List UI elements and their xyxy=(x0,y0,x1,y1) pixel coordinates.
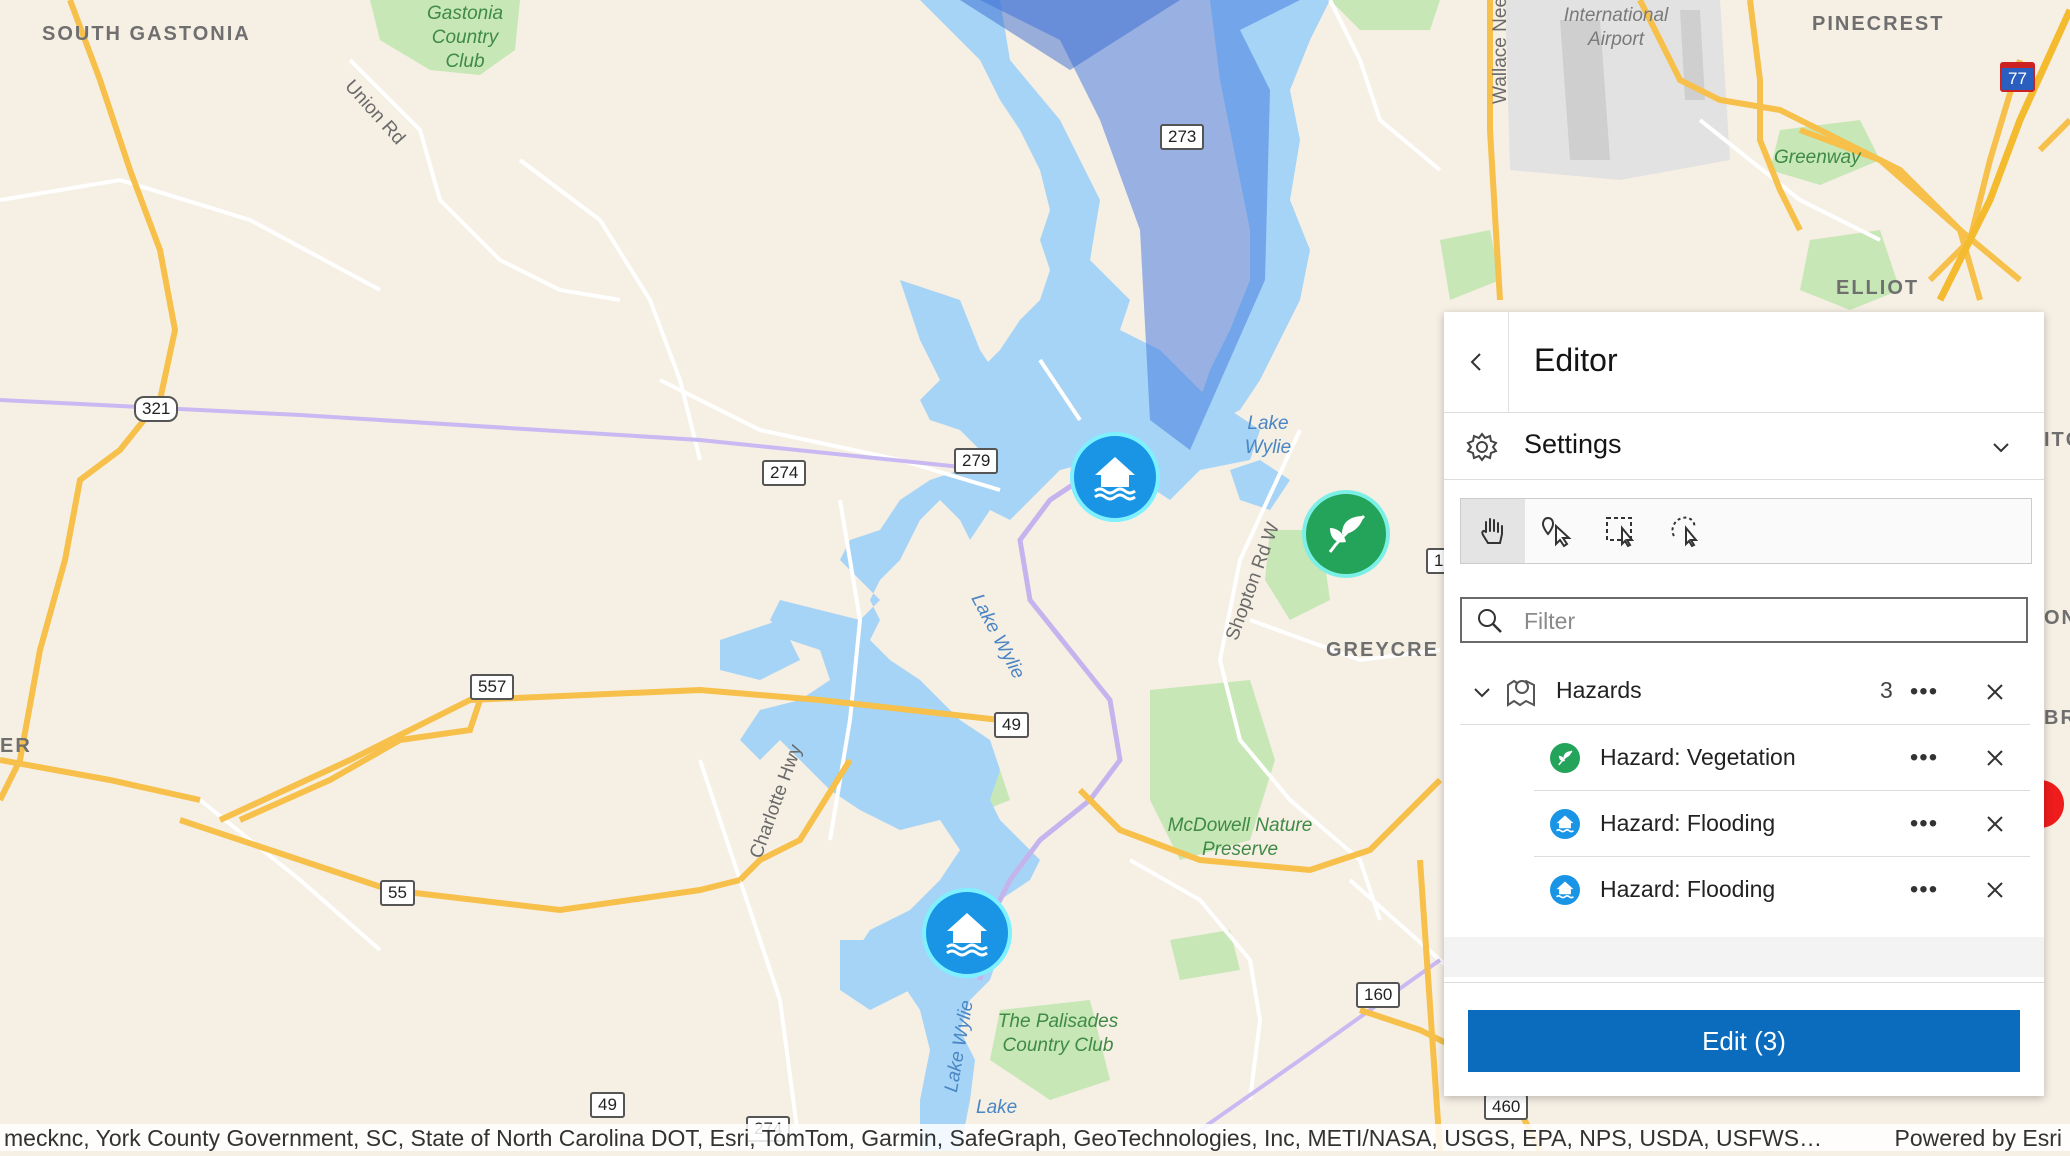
pan-tool-button[interactable] xyxy=(1461,499,1525,563)
route-shield: 274 xyxy=(762,460,807,486)
chevron-down-icon[interactable] xyxy=(1470,680,1494,704)
leaf-icon xyxy=(1550,743,1580,773)
rectangle-select-icon xyxy=(1606,517,1635,548)
flood-house-icon xyxy=(946,913,988,957)
close-icon[interactable] xyxy=(1980,677,2010,707)
feature-row-flooding[interactable]: Hazard: Flooding ••• xyxy=(1534,857,2030,922)
route-shield: 460 xyxy=(1484,1094,1529,1120)
place-label: GREYCRE xyxy=(1326,639,1439,661)
lasso-select-icon xyxy=(1671,516,1699,548)
hand-icon xyxy=(1481,518,1503,544)
feature-row-flooding[interactable]: Hazard: Flooding ••• xyxy=(1534,791,2030,857)
close-icon[interactable] xyxy=(1980,743,2010,773)
editor-panel: Editor Settings Filter Hazards 3 ••• Haz… xyxy=(1444,312,2044,1096)
layer-icon xyxy=(1507,679,1535,707)
place-label: ITC xyxy=(2044,429,2070,451)
route-shield: 279 xyxy=(954,448,999,474)
filter-input[interactable] xyxy=(1522,603,2016,639)
route-shield: 557 xyxy=(470,674,515,700)
lasso-select-button[interactable] xyxy=(1653,499,1717,563)
search-icon xyxy=(1478,609,1502,633)
layer-feature-count: 3 xyxy=(1880,677,1893,703)
route-shield: 160 xyxy=(1356,982,1401,1008)
route-shield: 49 xyxy=(590,1092,625,1118)
editor-header: Editor xyxy=(1444,312,2044,413)
feature-label: Hazard: Vegetation xyxy=(1600,744,1796,770)
place-label: PINECREST xyxy=(1812,13,1945,35)
attribution-text[interactable]: mecknc, York County Government, SC, Stat… xyxy=(4,1125,1822,1152)
park-label: Gastonia Country Club xyxy=(426,3,504,72)
feature-label: Hazard: Flooding xyxy=(1600,810,1776,836)
place-label: ER xyxy=(0,735,32,757)
filter-field[interactable] xyxy=(1460,597,2028,643)
route-shield: 49 xyxy=(994,712,1029,738)
vegetation-marker[interactable] xyxy=(1302,490,1390,578)
park-label: Greenway xyxy=(1774,147,1861,168)
place-label: ELLIOT xyxy=(1836,277,1920,299)
flood-marker[interactable] xyxy=(1070,432,1160,522)
more-options-button[interactable]: ••• xyxy=(1904,809,1944,839)
flood-house-icon xyxy=(1094,457,1136,501)
place-label: SOUTH GASTONIA xyxy=(42,23,251,45)
chevron-down-icon[interactable] xyxy=(1989,435,2013,459)
settings-section[interactable]: Settings xyxy=(1444,413,2044,480)
route-shield: 55 xyxy=(380,880,415,906)
water-label: Lake Wylie xyxy=(1244,413,1292,458)
feature-label: Hazard: Flooding xyxy=(1600,876,1776,902)
flood-marker[interactable] xyxy=(922,888,1012,978)
park-label: The Palisades Country Club xyxy=(997,1011,1119,1056)
flood-house-icon xyxy=(1550,809,1580,839)
route-shield: 273 xyxy=(1160,124,1205,150)
place-label: BR xyxy=(2044,707,2070,729)
leaf-icon xyxy=(1328,514,1366,553)
close-icon[interactable] xyxy=(1980,809,2010,839)
back-button[interactable] xyxy=(1444,312,1509,412)
panel-spacer xyxy=(1444,937,2044,977)
select-pointer-icon xyxy=(1541,516,1572,548)
selection-toolbar xyxy=(1460,498,2032,564)
powered-by-esri[interactable]: Powered by Esri xyxy=(1895,1125,2062,1152)
layer-row-hazards[interactable]: Hazards 3 ••• xyxy=(1460,660,2030,725)
water-label: Lake xyxy=(976,1097,1018,1118)
layer-name: Hazards xyxy=(1556,677,1642,703)
rectangle-select-button[interactable] xyxy=(1589,499,1653,563)
edit-button[interactable]: Edit (3) xyxy=(1468,1010,2020,1072)
settings-label: Settings xyxy=(1524,429,1622,459)
road-label: Wallace Neel xyxy=(1490,0,1511,104)
feature-row-vegetation[interactable]: Hazard: Vegetation ••• xyxy=(1534,725,2030,791)
gear-icon xyxy=(1466,432,1498,462)
route-shield: 321 xyxy=(134,396,179,422)
place-label: ON xyxy=(2044,607,2070,629)
editor-footer: Edit (3) xyxy=(1444,982,2044,1097)
editor-title: Editor xyxy=(1534,342,1618,378)
chevron-left-icon xyxy=(1470,353,1481,371)
close-icon[interactable] xyxy=(1980,875,2010,905)
interstate-shield: 77 xyxy=(2000,62,2035,92)
airport-label: International Airport xyxy=(1563,5,1669,50)
flood-house-icon xyxy=(1550,875,1580,905)
park-label: McDowell Nature Preserve xyxy=(1167,815,1313,860)
more-options-button[interactable]: ••• xyxy=(1904,677,1944,707)
more-options-button[interactable]: ••• xyxy=(1904,875,1944,905)
select-feature-button[interactable] xyxy=(1525,499,1589,563)
more-options-button[interactable]: ••• xyxy=(1904,743,1944,773)
attribution-bar: mecknc, York County Government, SC, Stat… xyxy=(0,1124,2070,1151)
